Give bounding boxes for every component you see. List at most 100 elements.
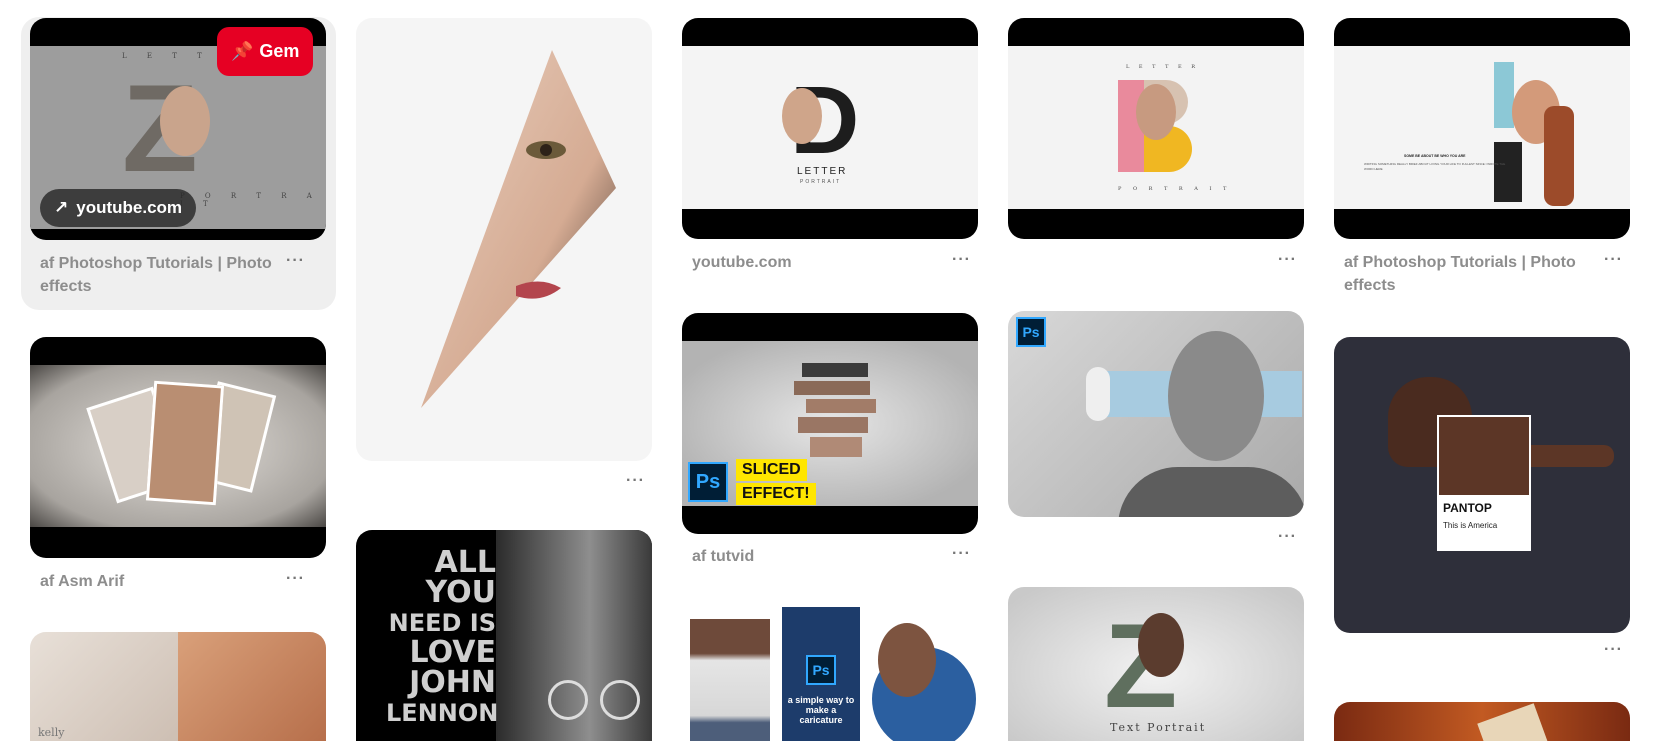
triangle-portrait bbox=[421, 50, 616, 408]
art-text: P O R T R A I T bbox=[1118, 186, 1232, 192]
pin-title[interactable]: af tutvid bbox=[692, 545, 754, 568]
photoshop-icon: Ps bbox=[1016, 317, 1046, 347]
more-options-icon[interactable]: ··· bbox=[1604, 641, 1623, 659]
sliced-head bbox=[802, 363, 868, 377]
swatch-color bbox=[1439, 417, 1529, 495]
pin-board: L E T T E R Z P O R T R A I T 📌 Gem ↗ yo… bbox=[0, 0, 1660, 741]
pin-card[interactable] bbox=[1334, 702, 1630, 741]
art-caption: Text Portrait bbox=[1110, 721, 1207, 734]
glasses bbox=[548, 680, 588, 720]
pin-image[interactable]: ALL YOU NEED IS LOVE JOHN LENNON bbox=[356, 530, 652, 741]
save-label: Gem bbox=[259, 41, 300, 61]
pin-card[interactable]: SOME BE ABOUT BE WHO YOU ARE WRITING SOM… bbox=[1334, 18, 1630, 298]
art-caption: PORTRAIT bbox=[800, 179, 842, 185]
save-button[interactable]: 📌 Gem bbox=[217, 27, 314, 76]
more-options-icon[interactable]: ··· bbox=[1278, 251, 1297, 269]
portrait-face bbox=[1168, 331, 1264, 461]
portrait-face bbox=[1138, 613, 1184, 677]
swatch-sub: This is America bbox=[1443, 521, 1498, 530]
pin-image[interactable]: Ps SLICED EFFECT! bbox=[682, 313, 978, 534]
sliced-head bbox=[806, 399, 876, 413]
arrow-up-right-icon: ↗ bbox=[54, 198, 69, 217]
portrait-face bbox=[878, 623, 936, 697]
collage-photo bbox=[145, 380, 225, 506]
pin-title[interactable]: af Photoshop Tutorials | Photo effects bbox=[1344, 251, 1584, 297]
poster-line: LENNON bbox=[386, 699, 499, 727]
collage-photo bbox=[30, 632, 178, 741]
more-options-icon[interactable]: ··· bbox=[1604, 251, 1623, 269]
portrait-photo bbox=[690, 619, 770, 741]
poster-text: ALL YOU NEED IS LOVE JOHN LENNON bbox=[386, 545, 499, 728]
collage-photo bbox=[178, 632, 326, 741]
pin-card[interactable]: Z Text Portrait bbox=[1008, 587, 1304, 741]
poster-line: LOVE bbox=[409, 635, 496, 670]
pin-card[interactable]: Ps ··· bbox=[1008, 311, 1304, 551]
title-panel: Ps a simple way to make a caricature bbox=[782, 607, 860, 741]
portrait-face bbox=[782, 88, 822, 144]
pin-title[interactable]: af Photoshop Tutorials | Photo effects bbox=[40, 252, 280, 298]
hair bbox=[1544, 106, 1574, 206]
poster-line: JOHN bbox=[409, 665, 496, 700]
pin-image[interactable]: D LETTER PORTRAIT bbox=[682, 18, 978, 239]
pin-card[interactable]: af Asm Arif ··· bbox=[30, 337, 326, 607]
more-options-icon[interactable]: ··· bbox=[952, 545, 971, 563]
pin-card[interactable]: Ps SLICED EFFECT! af tutvid ··· bbox=[682, 313, 978, 575]
swatch-label-area: PANTOP This is America bbox=[1439, 495, 1529, 551]
pin-title[interactable]: youtube.com bbox=[692, 251, 792, 274]
pin-card[interactable]: ··· bbox=[356, 18, 652, 493]
pin-image[interactable]: L E T T E R P O R T R A I T bbox=[1008, 18, 1304, 239]
pin-image[interactable]: kelly bbox=[30, 632, 326, 741]
art-body: WRITING SOMETHING REALLY BRIEF ABOUT LIV… bbox=[1364, 162, 1506, 171]
art-heading: SOME BE ABOUT BE WHO YOU ARE bbox=[1404, 154, 1466, 158]
pantone-swatch: PANTOP This is America bbox=[1437, 415, 1531, 551]
glasses bbox=[600, 680, 640, 720]
more-options-icon[interactable]: ··· bbox=[286, 570, 305, 588]
pin-card[interactable]: L E T T E R Z P O R T R A I T 📌 Gem ↗ yo… bbox=[21, 17, 336, 310]
more-options-icon[interactable]: ··· bbox=[626, 472, 645, 490]
pin-image[interactable]: Ps a simple way to make a caricature bbox=[682, 607, 978, 741]
art-text: P O R T R A I T bbox=[180, 192, 321, 208]
pin-image[interactable]: Ps bbox=[1008, 311, 1304, 517]
photoshop-icon: Ps bbox=[688, 462, 728, 502]
letter-b bbox=[1494, 62, 1514, 128]
more-options-icon[interactable]: ··· bbox=[952, 251, 971, 269]
pin-card[interactable]: L E T T E R P O R T R A I T ··· bbox=[1008, 18, 1304, 283]
poster-line: YOU bbox=[425, 575, 496, 610]
portrait-face bbox=[160, 86, 210, 156]
pin-icon: 📌 bbox=[231, 41, 254, 61]
tag-label: EFFECT! bbox=[736, 483, 816, 505]
pin-card[interactable]: Ps a simple way to make a caricature bbox=[682, 607, 978, 741]
poster-line: ALL bbox=[434, 545, 496, 580]
pin-image[interactable]: Z Text Portrait bbox=[1008, 587, 1304, 741]
tag-label: SLICED bbox=[736, 459, 807, 481]
pin-card[interactable]: ALL YOU NEED IS LOVE JOHN LENNON bbox=[356, 530, 652, 741]
photoshop-icon: Ps bbox=[806, 655, 836, 685]
art-text: kelly bbox=[38, 726, 65, 739]
ornament bbox=[1477, 703, 1551, 741]
pin-image[interactable] bbox=[1334, 702, 1630, 741]
art-caption: LETTER bbox=[797, 166, 848, 177]
art-caption: a simple way to make a caricature bbox=[787, 695, 855, 725]
sliced-head bbox=[798, 417, 868, 433]
pin-card[interactable]: D LETTER PORTRAIT youtube.com ··· bbox=[682, 18, 978, 283]
letter-d bbox=[1494, 142, 1522, 202]
pin-image[interactable] bbox=[356, 18, 652, 461]
pin-card[interactable]: PANTOP This is America ··· bbox=[1334, 337, 1630, 667]
portrait-face bbox=[1136, 84, 1176, 140]
pin-card[interactable]: kelly bbox=[30, 632, 326, 741]
more-options-icon[interactable]: ··· bbox=[286, 252, 305, 270]
shirt bbox=[1118, 467, 1304, 517]
sliced-head bbox=[794, 381, 870, 395]
pin-image[interactable] bbox=[30, 337, 326, 558]
source-link[interactable]: ↗ youtube.com bbox=[40, 189, 197, 227]
pin-image[interactable]: PANTOP This is America bbox=[1334, 337, 1630, 633]
torn-paper-curl bbox=[1086, 367, 1110, 421]
swatch-name: PANTOP bbox=[1443, 501, 1492, 515]
art-text: L E T T E R bbox=[1126, 64, 1200, 70]
pin-image[interactable]: SOME BE ABOUT BE WHO YOU ARE WRITING SOM… bbox=[1334, 18, 1630, 239]
more-options-icon[interactable]: ··· bbox=[1278, 528, 1297, 546]
sliced-head bbox=[810, 437, 862, 457]
source-link-label: youtube.com bbox=[76, 198, 183, 217]
pin-title[interactable]: af Asm Arif bbox=[40, 570, 124, 593]
poster-line: NEED IS bbox=[388, 609, 496, 637]
